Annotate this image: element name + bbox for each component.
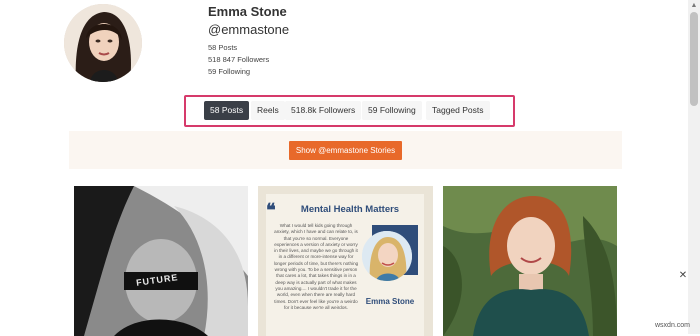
quote-card-text: What I would tell kids going through anx… [273,223,359,310]
quote-person-photo [362,231,412,281]
quote-person-name: Emma Stone [365,297,415,306]
post-image-1 [74,186,248,336]
avatar [64,4,142,82]
profile-name: Emma Stone [208,4,287,19]
watermark: wsxdn.com [655,322,691,329]
profile-handle: @emmastone [208,22,290,37]
post-thumbnail-1[interactable]: FUTURE [74,186,248,336]
tab-tagged-posts[interactable]: Tagged Posts [426,101,490,120]
quote-person-portrait [362,231,412,281]
post-image-3 [443,186,617,336]
avatar-portrait [64,4,142,82]
close-icon[interactable]: ✕ [676,269,690,283]
scroll-up-arrow-icon[interactable]: ▲ [690,2,698,10]
tab-following[interactable]: 59 Following [362,101,422,120]
tab-followers[interactable]: 518.8k Followers [285,101,362,120]
tab-posts[interactable]: 58 Posts [204,101,250,120]
followers-count: 518 847 Followers [208,55,270,64]
quote-card-title: Mental Health Matters [300,204,400,215]
quote-mark-icon: ❝ [266,200,276,220]
following-count: 59 Following [208,67,251,76]
scroll-thumb[interactable] [690,12,698,106]
posts-count: 58 Posts [208,43,238,52]
tab-reels[interactable]: Reels [251,101,285,120]
post-thumbnail-2[interactable]: ❝ Mental Health Matters What I would tel… [258,186,433,336]
post-thumbnail-3[interactable] [443,186,617,336]
show-stories-button[interactable]: Show @emmastone Stories [289,141,402,160]
